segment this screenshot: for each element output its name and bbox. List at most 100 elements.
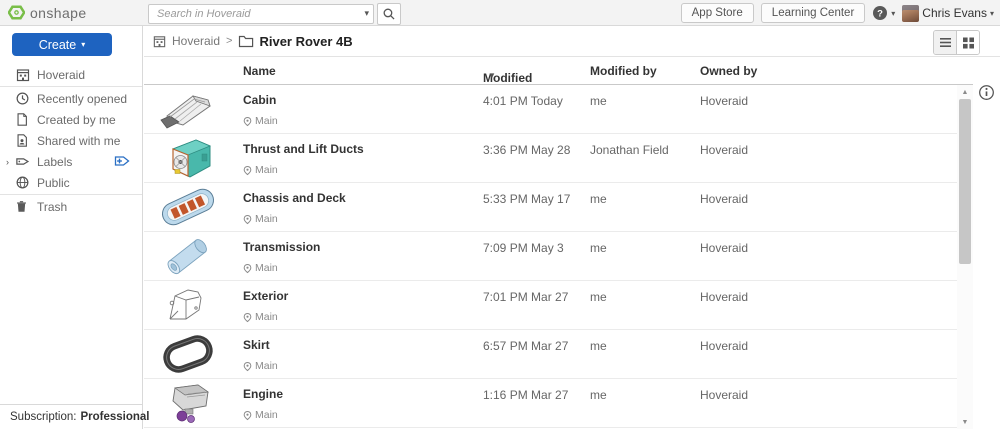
workspace-label: Main — [243, 360, 278, 372]
map-pin-icon — [243, 165, 252, 176]
table-row[interactable]: CabinMain4:01 PM TodaymeHoveraid — [144, 85, 958, 134]
shared-document-icon — [15, 133, 31, 149]
company-icon — [152, 34, 167, 49]
workspace-label: Main — [243, 164, 278, 176]
user-name: Chris Evans — [922, 6, 987, 20]
thumbnail-chassis-and-deck — [157, 185, 219, 229]
sidebar-nav: Hoveraid Recently opened Created by me Shar… — [0, 64, 142, 217]
thumbnail-skirt — [157, 332, 219, 376]
modified-by-value: me — [590, 241, 607, 255]
modified-value: 1:16 PM Mar 27 — [483, 388, 568, 402]
avatar — [902, 5, 919, 22]
column-header-owned-by[interactable]: Owned by — [700, 64, 757, 78]
table-row[interactable]: TransmissionMain7:09 PM May 3meHoveraid — [144, 232, 958, 281]
sidebar-item-label: Hoveraid — [37, 68, 85, 82]
modified-by-value: me — [590, 388, 607, 402]
view-toggle — [933, 30, 980, 55]
column-header-modified-by[interactable]: Modified by — [590, 64, 657, 78]
table-row[interactable]: EngineMain1:16 PM Mar 27meHoveraid — [144, 379, 958, 428]
document-name[interactable]: Chassis and Deck — [243, 191, 346, 205]
create-button[interactable]: Create ▾ — [12, 33, 112, 56]
workspace-label: Main — [243, 262, 278, 274]
sidebar-item-public[interactable]: Public — [0, 172, 142, 193]
sidebar-item-created-by-me[interactable]: Created by me — [0, 109, 142, 130]
svg-text:?: ? — [877, 8, 883, 19]
document-name[interactable]: Engine — [243, 387, 283, 401]
folder-icon — [238, 34, 254, 48]
map-pin-icon — [243, 263, 252, 274]
onshape-hexagon-icon — [8, 4, 25, 21]
sidebar-item-label: Recently opened — [37, 92, 127, 106]
create-caret-icon: ▾ — [81, 40, 85, 49]
modified-by-value: me — [590, 94, 607, 108]
map-pin-icon — [243, 410, 252, 421]
scrollbar-thumb[interactable] — [959, 99, 971, 264]
sort-desc-icon: ▼ — [488, 71, 496, 80]
document-name[interactable]: Skirt — [243, 338, 270, 352]
list-view-button[interactable] — [934, 31, 957, 54]
document-name[interactable]: Cabin — [243, 93, 276, 107]
workspace-label: Main — [243, 409, 278, 421]
learning-center-button[interactable]: Learning Center — [761, 3, 865, 23]
grid-view-button[interactable] — [957, 31, 979, 54]
owned-by-value: Hoveraid — [700, 241, 748, 255]
sidebar-item-recently-opened[interactable]: Recently opened — [0, 88, 142, 109]
help-menu[interactable]: ? ▾ — [872, 5, 895, 21]
map-pin-icon — [243, 361, 252, 372]
document-rows: CabinMain4:01 PM TodaymeHoveraid Thrust a… — [144, 85, 958, 428]
expand-chevron-icon[interactable]: › — [6, 157, 15, 167]
thumbnail-transmission — [157, 234, 219, 278]
help-icon: ? — [872, 5, 888, 21]
table-row[interactable]: Thrust and Lift DuctsMain3:36 PM May 28J… — [144, 134, 958, 183]
subscription-status: Subscription: Professional — [0, 404, 142, 429]
breadcrumb-item-hoveraid[interactable]: Hoveraid — [152, 34, 220, 49]
breadcrumb-item-current-folder[interactable]: River Rover 4B — [238, 34, 352, 49]
info-icon — [978, 84, 995, 101]
breadcrumb: Hoveraid > River Rover 4B — [152, 26, 353, 56]
breadcrumb-bar: Hoveraid > River Rover 4B — [144, 26, 1000, 57]
workspace-label: Main — [243, 213, 278, 225]
magnifier-icon — [382, 7, 396, 21]
scroll-up-icon[interactable]: ▲ — [957, 85, 973, 99]
app-store-button[interactable]: App Store — [681, 3, 754, 23]
thumbnail-engine — [157, 381, 219, 425]
sidebar-item-hoveraid[interactable]: Hoveraid — [0, 64, 142, 85]
map-pin-icon — [243, 312, 252, 323]
info-panel-button[interactable] — [978, 84, 995, 101]
company-icon — [15, 67, 31, 83]
sidebar-item-trash[interactable]: Trash — [0, 196, 142, 217]
table-row[interactable]: Chassis and DeckMain5:33 PM May 17meHove… — [144, 183, 958, 232]
owned-by-value: Hoveraid — [700, 339, 748, 353]
modified-value: 7:01 PM Mar 27 — [483, 290, 568, 304]
modified-by-value: me — [590, 290, 607, 304]
document-name[interactable]: Transmission — [243, 240, 320, 254]
label-icon — [15, 154, 31, 170]
user-menu[interactable]: Chris Evans ▾ — [902, 5, 994, 22]
thumbnail-thrust-and-lift-ducts — [157, 136, 219, 180]
onshape-logo[interactable]: onshape — [8, 4, 87, 21]
sidebar-item-labels[interactable]: ›Labels — [0, 151, 142, 172]
breadcrumb-separator: > — [226, 35, 232, 47]
scroll-down-icon[interactable]: ▼ — [957, 415, 973, 429]
table-row[interactable]: ExteriorMain7:01 PM Mar 27meHoveraid — [144, 281, 958, 330]
document-name[interactable]: Exterior — [243, 289, 288, 303]
owned-by-value: Hoveraid — [700, 290, 748, 304]
column-header-name[interactable]: Name — [243, 64, 276, 78]
table-header: Name Modified▼ Modified by Owned by — [144, 57, 973, 85]
search-scope-caret-icon[interactable]: ▾ — [364, 8, 369, 19]
sidebar-item-label: Shared with me — [37, 134, 120, 148]
search-button[interactable] — [377, 3, 401, 25]
table-row[interactable]: SkirtMain6:57 PM Mar 27meHoveraid — [144, 330, 958, 379]
sidebar: Create ▾ Hoveraid Recently opened Created … — [0, 26, 143, 429]
sidebar-item-label: Trash — [37, 200, 67, 214]
sidebar-item-shared-with-me[interactable]: Shared with me — [0, 130, 142, 151]
vertical-scrollbar[interactable]: ▲ ▼ — [957, 85, 973, 429]
document-name[interactable]: Thrust and Lift Ducts — [243, 142, 364, 156]
add-label-icon[interactable] — [114, 154, 133, 168]
trash-icon — [15, 199, 31, 215]
clock-icon — [15, 91, 31, 107]
search-input[interactable] — [148, 4, 374, 24]
list-view-icon — [939, 36, 952, 49]
map-pin-icon — [243, 116, 252, 127]
document-icon — [15, 112, 31, 128]
